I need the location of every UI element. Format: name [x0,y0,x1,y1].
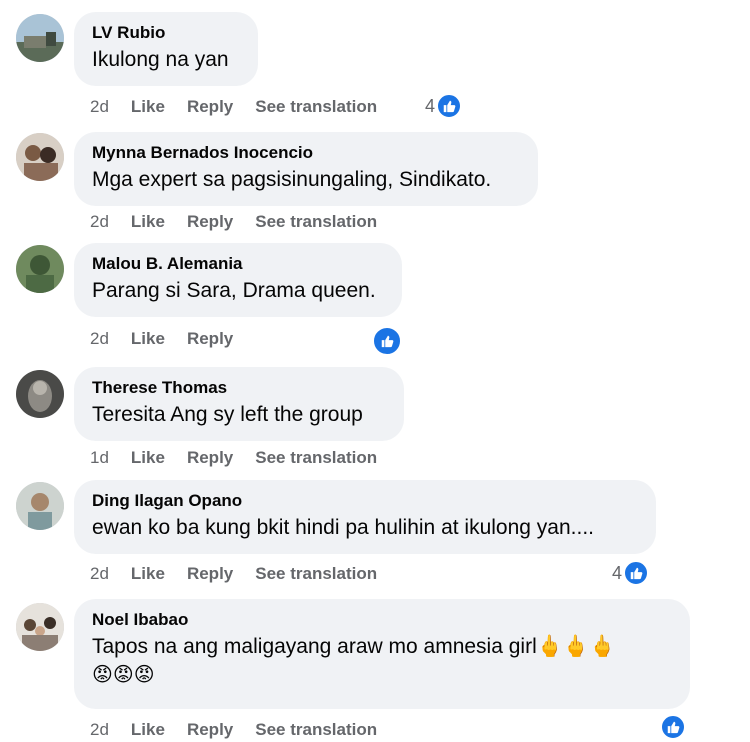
comment-actions: 1d Like Reply See translation [90,446,399,470]
author-name[interactable]: Therese Thomas [92,377,386,399]
see-translation-button[interactable]: See translation [255,212,377,232]
timestamp[interactable]: 1d [90,448,109,468]
like-button[interactable]: Like [131,564,165,584]
author-name[interactable]: Noel Ibabao [92,609,672,631]
comment-bubble: LV Rubio Ikulong na yan [74,12,258,86]
like-button[interactable]: Like [131,329,165,349]
see-translation-button[interactable]: See translation [255,564,377,584]
avatar-photo-icon [16,133,64,181]
reply-button[interactable]: Reply [187,448,233,468]
comment-bubble: Noel Ibabao Tapos na ang maligayang araw… [74,599,690,709]
see-translation-button[interactable]: See translation [255,97,377,117]
reaction-count[interactable]: 4 [425,93,463,119]
comment-text: Parang si Sara, Drama queen. [92,279,376,302]
comment-text: ewan ko ba kung bkit hindi pa hulihin at… [92,516,595,539]
thumbs-up-icon [623,560,650,586]
comment-bubble: Therese Thomas Teresita Ang sy left the … [74,367,404,441]
avatar[interactable] [16,14,64,62]
comment-text-body: Tapos na ang maligayang araw mo amnesia … [92,635,537,658]
comment-actions: 2d Like Reply See translation [90,210,399,234]
like-button[interactable]: Like [131,720,165,740]
avatar[interactable] [16,245,64,293]
angry-face-emojis: 😡😡😡 [92,664,155,686]
comment-actions: 2d Like Reply See translation [90,95,399,119]
thumbs-up-icon [372,326,402,356]
reply-button[interactable]: Reply [187,97,233,117]
comment-actions: 2d Like Reply [90,327,255,351]
comment-text: Mga expert sa pagsisinungaling, Sindikat… [92,168,492,191]
comment-text: Tapos na ang maligayang araw mo amnesia … [92,633,672,661]
author-name[interactable]: LV Rubio [92,22,240,44]
reply-button[interactable]: Reply [187,720,233,740]
timestamp[interactable]: 2d [90,97,109,117]
avatar[interactable] [16,482,64,530]
thumbs-up-icon [436,93,463,119]
middle-finger-emojis: 🖕🖕🖕 [536,635,616,658]
reaction-count[interactable]: 4 [612,560,650,586]
reaction-count[interactable] [371,326,402,356]
avatar-photo-icon [16,482,64,530]
reaction-number: 4 [612,562,623,583]
like-button[interactable]: Like [131,212,165,232]
timestamp[interactable]: 2d [90,720,109,740]
avatar-photo-icon [16,370,64,418]
author-name[interactable]: Malou B. Alemania [92,253,384,275]
timestamp[interactable]: 2d [90,564,109,584]
avatar-photo-icon [16,245,64,293]
avatar[interactable] [16,603,64,651]
like-button[interactable]: Like [131,97,165,117]
comment-actions: 2d Like Reply See translation [90,718,399,742]
comment-bubble: Malou B. Alemania Parang si Sara, Drama … [74,243,402,317]
reaction-number: 4 [425,95,436,116]
see-translation-button[interactable]: See translation [255,720,377,740]
reply-button[interactable]: Reply [187,212,233,232]
comment-actions: 2d Like Reply See translation [90,562,399,586]
timestamp[interactable]: 2d [90,329,109,349]
author-name[interactable]: Ding Ilagan Opano [92,490,638,512]
like-button[interactable]: Like [131,448,165,468]
avatar-photo-icon [16,603,64,651]
author-name[interactable]: Mynna Bernados Inocencio [92,142,520,164]
reaction-count[interactable] [659,714,686,740]
comment-text: Teresita Ang sy left the group [92,403,363,426]
comment-bubble: Ding Ilagan Opano ewan ko ba kung bkit h… [74,480,656,554]
comment-bubble: Mynna Bernados Inocencio Mga expert sa p… [74,132,538,206]
timestamp[interactable]: 2d [90,212,109,232]
avatar[interactable] [16,370,64,418]
reply-button[interactable]: Reply [187,564,233,584]
reply-button[interactable]: Reply [187,329,233,349]
avatar-photo-icon [16,14,64,62]
avatar[interactable] [16,133,64,181]
see-translation-button[interactable]: See translation [255,448,377,468]
comment-text: Ikulong na yan [92,48,229,71]
thumbs-up-icon [660,714,686,740]
